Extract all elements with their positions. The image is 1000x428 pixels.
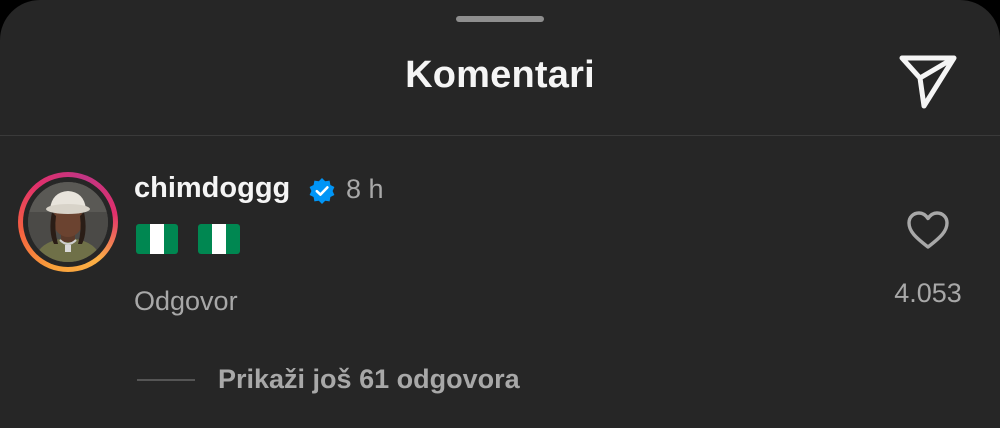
nigeria-flag-icon <box>136 224 178 254</box>
profile-photo <box>28 182 108 262</box>
avatar[interactable] <box>18 172 118 272</box>
replies-divider <box>137 379 195 381</box>
comments-sheet: Komentari chimdoggg 8 h Odgovor 4.053 Pr… <box>0 0 1000 428</box>
like-count: 4.053 <box>894 278 962 308</box>
reply-button[interactable]: Odgovor <box>134 286 238 317</box>
share-button[interactable] <box>894 48 960 110</box>
heart-outline-icon <box>907 211 949 249</box>
view-replies-button[interactable]: Prikaži još 61 odgovora <box>218 364 520 395</box>
comment-timestamp: 8 h <box>346 174 384 204</box>
verified-badge-icon <box>309 178 335 204</box>
avatar-image <box>28 182 108 262</box>
header-divider <box>0 135 1000 136</box>
send-icon <box>899 55 957 109</box>
sheet-drag-handle[interactable] <box>456 16 544 22</box>
page-title: Komentari <box>405 54 595 96</box>
nigeria-flag-icon <box>198 224 240 254</box>
comment-username[interactable]: chimdoggg <box>134 172 290 205</box>
like-button[interactable] <box>905 209 951 251</box>
